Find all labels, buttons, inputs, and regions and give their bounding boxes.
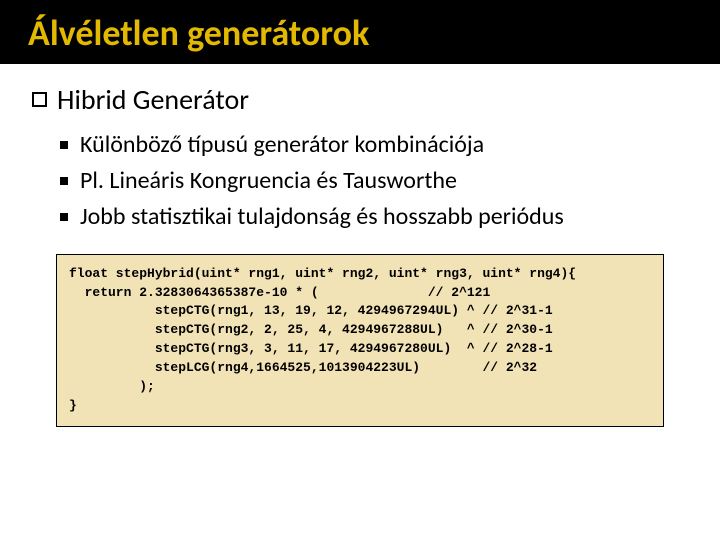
- list-item-text: Különböző típusú generátor kombinációja: [80, 129, 484, 161]
- heading-line: Hibrid Generátor: [32, 82, 688, 117]
- list-item: Pl. Lineáris Kongruencia és Tausworthe: [60, 165, 688, 197]
- square-bullet-icon: [32, 92, 47, 107]
- slide-content: Hibrid Generátor Különböző típusú generá…: [0, 64, 720, 427]
- list-item-text: Jobb statisztikai tulajdonság és hosszab…: [80, 201, 564, 233]
- heading-text: Hibrid Generátor: [57, 82, 249, 117]
- bullet-list: Különböző típusú generátor kombinációja …: [60, 129, 688, 234]
- list-item: Különböző típusú generátor kombinációja: [60, 129, 688, 161]
- bullet-icon: [60, 141, 68, 149]
- slide: Álvéletlen generátorok Hibrid Generátor …: [0, 0, 720, 540]
- list-item-text: Pl. Lineáris Kongruencia és Tausworthe: [80, 165, 457, 197]
- bullet-icon: [60, 177, 68, 185]
- bullet-icon: [60, 213, 68, 221]
- slide-title: Álvéletlen generátorok: [0, 0, 720, 64]
- list-item: Jobb statisztikai tulajdonság és hosszab…: [60, 201, 688, 233]
- code-block: float stepHybrid(uint* rng1, uint* rng2,…: [56, 254, 664, 427]
